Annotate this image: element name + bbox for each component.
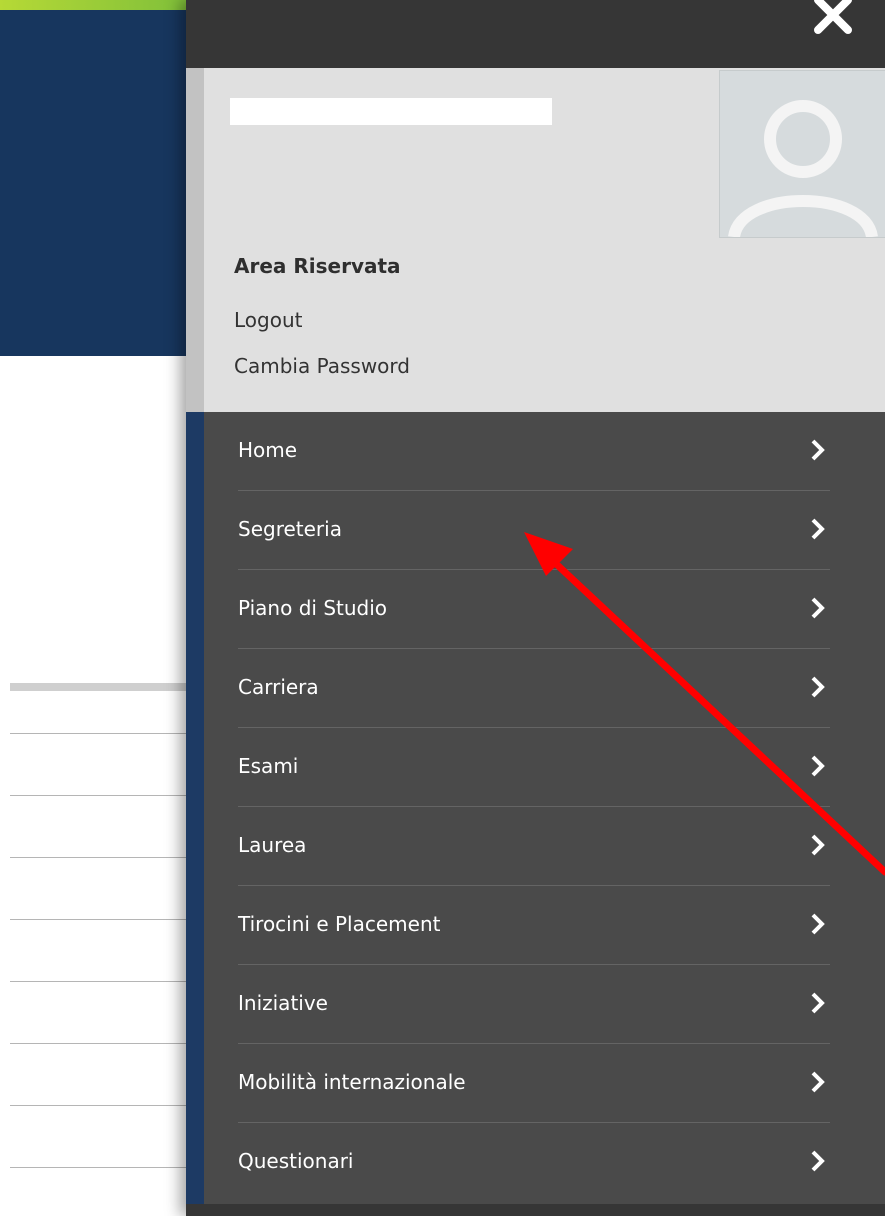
page-section-divider (10, 683, 190, 691)
page-header-accent-stripe (0, 0, 190, 10)
menu-item-label: Laurea (238, 833, 307, 857)
user-name-redacted (230, 98, 552, 125)
chevron-right-icon (810, 517, 826, 541)
menu-item-piano-di-studio[interactable]: Piano di Studio (238, 570, 830, 648)
menu-item-laurea[interactable]: Laurea (238, 807, 830, 885)
chevron-right-icon (810, 675, 826, 699)
chevron-right-icon (810, 912, 826, 936)
change-password-link[interactable]: Cambia Password (234, 354, 410, 378)
page-list-divider (10, 1167, 190, 1168)
menu-item-iniziative[interactable]: Iniziative (238, 965, 830, 1043)
chevron-right-icon (810, 754, 826, 778)
page-list-divider (10, 857, 190, 858)
chevron-right-icon (810, 833, 826, 857)
menu-item-esami[interactable]: Esami (238, 728, 830, 806)
menu-item-label: Carriera (238, 675, 319, 699)
menu-item-label: Segreteria (238, 517, 342, 541)
close-icon[interactable] (812, 0, 854, 34)
page-header-background (0, 0, 190, 356)
profile-left-bar (186, 68, 204, 412)
side-drawer: Area Riservata Logout Cambia Password Ho… (186, 0, 885, 1216)
menu-item-label: Iniziative (238, 991, 328, 1015)
profile-panel: Area Riservata Logout Cambia Password (186, 68, 885, 412)
menu-item-questionari[interactable]: Questionari (238, 1123, 830, 1201)
drawer-bottom-bar (186, 1204, 885, 1216)
menu-item-label: Home (238, 438, 298, 462)
menu-item-label: Questionari (238, 1149, 354, 1173)
page-list-divider (10, 981, 190, 982)
page-list-divider (10, 1043, 190, 1044)
logout-link[interactable]: Logout (234, 308, 302, 332)
menu-item-label: Esami (238, 754, 299, 778)
page-list-divider (10, 919, 190, 920)
chevron-right-icon (810, 1070, 826, 1094)
menu-item-tirocini-e-placement[interactable]: Tirocini e Placement (238, 886, 830, 964)
chevron-right-icon (810, 438, 826, 462)
chevron-right-icon (810, 1149, 826, 1173)
menu-item-carriera[interactable]: Carriera (238, 649, 830, 727)
page-list-divider (10, 1105, 190, 1106)
menu-item-label: Mobilità internazionale (238, 1070, 466, 1094)
page-list-divider (10, 733, 190, 734)
menu-item-mobilita-internazionale[interactable]: Mobilità internazionale (238, 1044, 830, 1122)
main-menu: Home Segreteria Piano di Studio Carriera… (186, 412, 885, 1204)
page-list-divider (10, 795, 190, 796)
chevron-right-icon (810, 596, 826, 620)
menu-accent-bar (186, 412, 204, 1204)
menu-item-label: Tirocini e Placement (238, 912, 441, 936)
drawer-top-bar (186, 0, 885, 68)
chevron-right-icon (810, 991, 826, 1015)
menu-item-label: Piano di Studio (238, 596, 388, 620)
menu-item-segreteria[interactable]: Segreteria (238, 491, 830, 569)
menu-item-home[interactable]: Home (238, 412, 830, 490)
user-avatar-icon (719, 70, 885, 238)
area-riservata-title: Area Riservata (234, 254, 401, 278)
